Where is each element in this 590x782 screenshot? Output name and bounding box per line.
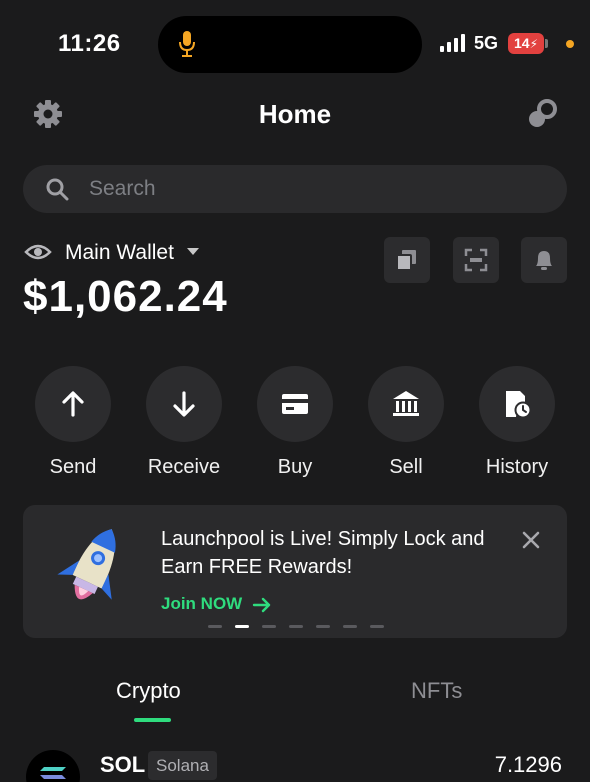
history-button[interactable]	[479, 366, 555, 442]
token-amount: 7.1296	[494, 752, 562, 777]
scan-icon	[464, 248, 488, 272]
sell-action[interactable]: Sell	[351, 366, 461, 486]
arrow-right-icon[interactable]	[252, 597, 272, 613]
history-icon	[506, 391, 532, 419]
wallet-balance: $1,062.24	[23, 272, 228, 321]
token-symbol[interactable]: SOL	[100, 752, 145, 778]
notifications-button[interactable]	[521, 237, 567, 283]
eye-icon[interactable]	[24, 241, 52, 263]
carousel-dot	[343, 625, 357, 628]
link-icon[interactable]	[526, 99, 558, 129]
send-label: Send	[49, 456, 97, 478]
copy-icon	[396, 250, 416, 271]
history-label: History	[485, 456, 549, 478]
send-action[interactable]: Send	[18, 366, 128, 486]
network-type: 5G	[474, 33, 499, 53]
carousel-dot	[316, 625, 330, 628]
join-now-link[interactable]: Join NOW	[161, 594, 242, 614]
privacy-indicator-dot	[566, 40, 574, 48]
arrow-up-icon	[62, 391, 84, 417]
solana-logo	[26, 750, 80, 782]
token-chain-badge: Solana	[148, 751, 217, 780]
sell-button[interactable]	[368, 366, 444, 442]
bank-icon	[393, 391, 419, 416]
send-button[interactable]	[35, 366, 111, 442]
carousel-dot	[262, 625, 276, 628]
buy-label: Buy	[277, 456, 313, 478]
receive-label: Receive	[147, 456, 221, 478]
card-icon	[282, 394, 308, 414]
search-placeholder: Search	[89, 177, 156, 200]
arrow-down-icon	[173, 391, 195, 417]
search-bar[interactable]: Search	[23, 165, 567, 213]
scan-button[interactable]	[453, 237, 499, 283]
battery-cap	[545, 39, 548, 48]
wallet-selector[interactable]: Main Wallet	[65, 241, 174, 265]
bell-icon	[536, 251, 552, 270]
search-icon	[46, 178, 69, 201]
carousel-dot	[289, 625, 303, 628]
signal-icon	[440, 34, 465, 52]
battery-level: 14	[513, 35, 530, 51]
page-title: Home	[258, 99, 332, 129]
banner-text: Launchpool is Live! Simply Lock and Earn…	[161, 528, 485, 578]
tab-nfts[interactable]: NFTs	[411, 678, 462, 704]
chevron-down-icon[interactable]	[187, 248, 199, 255]
history-action[interactable]: History	[462, 366, 572, 486]
battery-indicator: 14⚡	[508, 33, 544, 54]
sell-label: Sell	[389, 456, 423, 478]
rocket-icon	[57, 529, 116, 600]
tab-crypto[interactable]: Crypto	[116, 678, 181, 704]
buy-button[interactable]	[257, 366, 333, 442]
buy-action[interactable]: Buy	[240, 366, 350, 486]
promo-banner[interactable]: Launchpool is Live! Simply Lock and Earn…	[23, 505, 567, 638]
close-icon[interactable]	[520, 529, 542, 551]
carousel-dot	[370, 625, 384, 628]
carousel-dot-active	[235, 625, 249, 628]
microphone-icon	[179, 31, 195, 57]
copy-address-button[interactable]	[384, 237, 430, 283]
active-tab-indicator	[134, 718, 171, 722]
dynamic-island	[158, 16, 422, 73]
status-bar: 11:26 5G 14⚡	[0, 0, 590, 90]
receive-button[interactable]	[146, 366, 222, 442]
carousel-dot	[208, 625, 222, 628]
status-time: 11:26	[58, 30, 121, 57]
receive-action[interactable]: Receive	[129, 366, 239, 486]
solana-icon	[40, 767, 66, 779]
